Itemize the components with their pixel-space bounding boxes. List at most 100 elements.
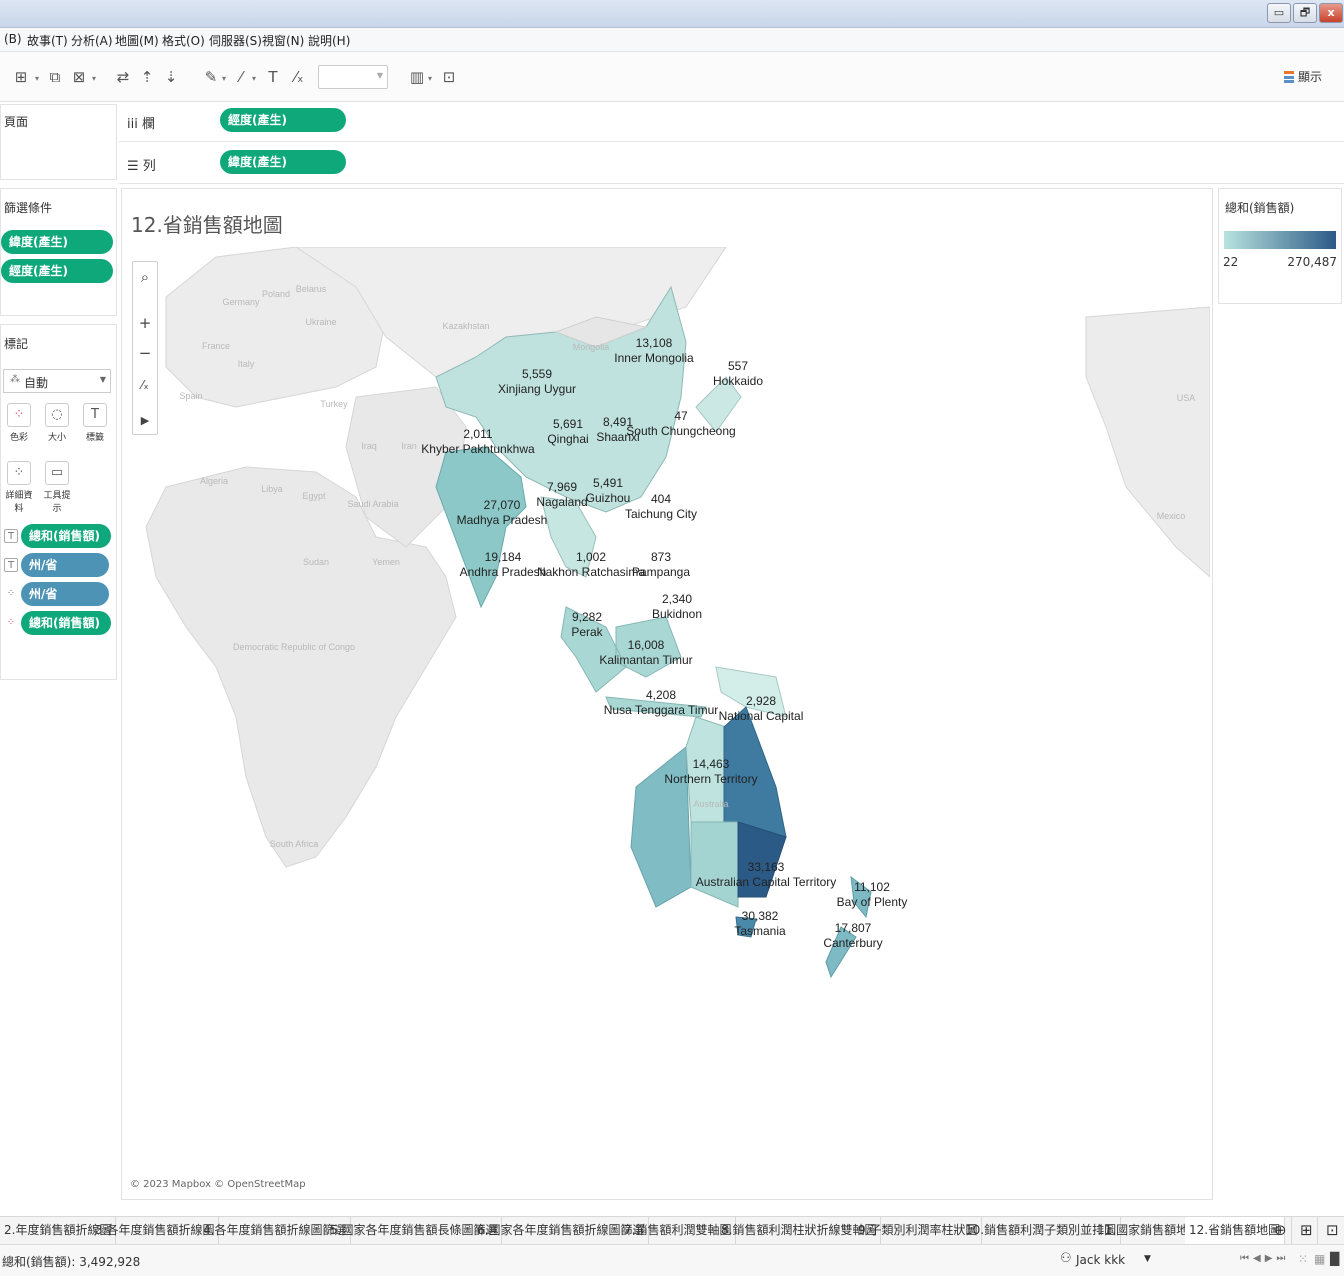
map-mark-value: 11,102 (854, 880, 890, 894)
size-button[interactable]: ◌ 大小 (41, 403, 73, 447)
duplicate-sheet-icon[interactable]: ⧉ (44, 66, 66, 88)
map-mark-value: 17,807 (835, 921, 872, 935)
label-icon: T (83, 403, 107, 427)
close-button[interactable]: x (1319, 3, 1343, 23)
basemap-label: Libya (261, 484, 283, 494)
basemap-label: Democratic Republic of Congo (233, 642, 355, 652)
map-mark-value: 5,559 (522, 367, 552, 381)
minimize-button[interactable]: ▭ (1267, 3, 1291, 23)
tooltip-label: 工具提示 (43, 491, 71, 514)
menu-item-story[interactable]: 故事(T) (27, 32, 68, 49)
show-tabs-icon[interactable]: ▦ (1314, 1252, 1325, 1266)
menu-item-dashboard[interactable]: (B) (4, 32, 22, 46)
map-mark-value: 30,382 (742, 909, 779, 923)
basemap-label: Belarus (296, 284, 327, 294)
map-controls: ⌕ + − ⁄ₓ ▶ (132, 261, 158, 435)
color-button[interactable]: ⁘ 色彩 (3, 403, 35, 447)
show-labels-icon[interactable]: T (262, 66, 284, 88)
zoom-in-icon[interactable]: + (133, 310, 157, 336)
worksheet-view: 12.省銷售額地圖 Belarus Poland Germany Ukraine… (121, 188, 1213, 1200)
columns-pill-longitude[interactable]: 經度(產生) (220, 108, 346, 132)
map-mark-value: 2,011 (463, 427, 492, 441)
menu-item-help[interactable]: 說明(H) (308, 32, 350, 49)
columns-shelf-label: iii 欄 (127, 117, 155, 132)
chevron-down-icon[interactable]: ▾ (428, 74, 432, 83)
color-label: 色彩 (9, 433, 28, 443)
mark-type-value: 自動 (24, 376, 49, 390)
fit-select[interactable]: ▼ (318, 65, 388, 89)
map-mark-name: Guizhou (586, 491, 631, 505)
map-mark-value: 33,163 (748, 860, 785, 874)
basemap-label: Iraq (361, 441, 377, 451)
map-mark-name: Madhya Pradesh (457, 513, 548, 527)
chevron-down-icon: ▼ (99, 375, 106, 384)
mark-type-select[interactable]: ⁂ 自動 ▼ (3, 369, 111, 393)
chevron-down-icon[interactable]: ▾ (35, 74, 39, 83)
highlight-icon[interactable]: ✎ (200, 66, 222, 88)
rows-shelf: ☰ 列 緯度(產生) (119, 144, 1344, 184)
map-mark-name: National Capital (719, 709, 804, 723)
sort-ascending-icon[interactable]: ⇡ (136, 66, 158, 88)
reset-map-icon[interactable]: ⁄ₓ (133, 372, 157, 398)
mark-field-sum-sales-label[interactable]: 總和(銷售額) (21, 524, 111, 548)
mark-field-province-detail[interactable]: 州/省 (21, 582, 109, 606)
expand-toolbar-icon[interactable]: ▶ (133, 408, 157, 434)
sort-descending-icon[interactable]: ⇣ (160, 66, 182, 88)
size-icon: ◌ (45, 403, 69, 427)
menu-item-analysis[interactable]: 分析(A) (71, 32, 113, 49)
map-mark-name: Australian Capital Territory (696, 875, 837, 889)
chevron-down-icon[interactable]: ▾ (222, 74, 226, 83)
show-me-button[interactable]: 顯示 (1283, 68, 1322, 85)
new-worksheet-icon[interactable]: ⊞ (10, 66, 32, 88)
label-button[interactable]: T 標籤 (79, 403, 111, 447)
map-mark-value: 2,928 (746, 694, 776, 708)
show-filmstrip-icon[interactable]: ⁙ (1298, 1252, 1308, 1266)
detail-icon: ⁘ (7, 461, 31, 485)
rows-pill-latitude[interactable]: 緯度(產生) (220, 150, 346, 174)
map-mark-label[interactable]: 9,282Perak (571, 610, 603, 639)
show-sheet-sorter-icon[interactable]: █ (1330, 1252, 1339, 1266)
restore-button[interactable]: 🗗 (1293, 3, 1317, 23)
swap-rows-columns-icon[interactable]: ⇄ (112, 66, 134, 88)
status-sum: 總和(銷售額): 3,492,928 (2, 1255, 141, 1269)
clear-sheet-icon[interactable]: ⊠ (68, 66, 90, 88)
map-search-icon[interactable]: ⌕ (133, 264, 157, 290)
mark-field-sum-sales-color[interactable]: 總和(銷售額) (21, 611, 111, 635)
new-story-tab-icon[interactable]: ⊡ (1322, 1217, 1343, 1245)
tooltip-button[interactable]: ▭ 工具提示 (41, 461, 73, 514)
presentation-mode-icon[interactable]: ▥ (406, 66, 428, 88)
present-icon[interactable]: ⊡ (438, 66, 460, 88)
chevron-down-icon[interactable]: ▼ (1144, 1254, 1151, 1264)
map-mark-value: 1,002 (576, 550, 606, 564)
menu-item-server[interactable]: 伺服器(S) (209, 32, 262, 49)
map-mark-name: Nusa Tenggara Timur (604, 703, 719, 717)
detail-mark-icon: ⁘ (6, 588, 16, 599)
sheet-navigation-icon[interactable]: ⏮◀▶⏭ (1240, 1253, 1289, 1264)
map-mark-label[interactable]: 5,691Qinghai (547, 417, 588, 446)
filter-pill-latitude[interactable]: 緯度(產生) (1, 230, 113, 254)
map-attribution: © 2023 Mapbox © OpenStreetMap (130, 1179, 306, 1190)
filters-label: 篩選條件 (4, 201, 53, 215)
map[interactable]: Belarus PolandGermany Ukraine France Italy Sp… (126, 247, 1210, 1195)
chevron-down-icon[interactable]: ▾ (252, 74, 256, 83)
new-worksheet-tab-icon[interactable]: ⊕ (1270, 1217, 1292, 1245)
menu-item-map[interactable]: 地圖(M) (115, 32, 159, 49)
map-mark-label[interactable]: 30,382Tasmania (734, 909, 786, 938)
chevron-down-icon[interactable]: ▾ (92, 74, 96, 83)
clear-formatting-icon[interactable]: ⁄ₓ (288, 66, 310, 88)
filter-pill-longitude[interactable]: 經度(產生) (1, 259, 113, 283)
menu-item-window[interactable]: 視窗(N) (262, 32, 304, 49)
zoom-out-icon[interactable]: − (133, 340, 157, 366)
mark-field-province-label[interactable]: 州/省 (21, 553, 109, 577)
menu-item-format[interactable]: 格式(O) (162, 32, 205, 49)
legend-min: 22 (1223, 255, 1239, 269)
map-mark-name: South Chungcheong (626, 424, 735, 438)
new-dashboard-tab-icon[interactable]: ⊞ (1296, 1217, 1318, 1245)
map-mark-value: 19,184 (485, 550, 522, 564)
menu-bar: (B) 故事(T) 分析(A) 地圖(M) 格式(O) 伺服器(S) 視窗(N)… (0, 28, 1344, 52)
pages-label: 頁面 (4, 115, 29, 129)
detail-button[interactable]: ⁘ 詳細資料 (3, 461, 35, 514)
group-icon[interactable]: ⁄ (230, 66, 252, 88)
user-name[interactable]: Jack kkk (1076, 1253, 1125, 1267)
map-mark-value: 4,208 (646, 688, 676, 702)
